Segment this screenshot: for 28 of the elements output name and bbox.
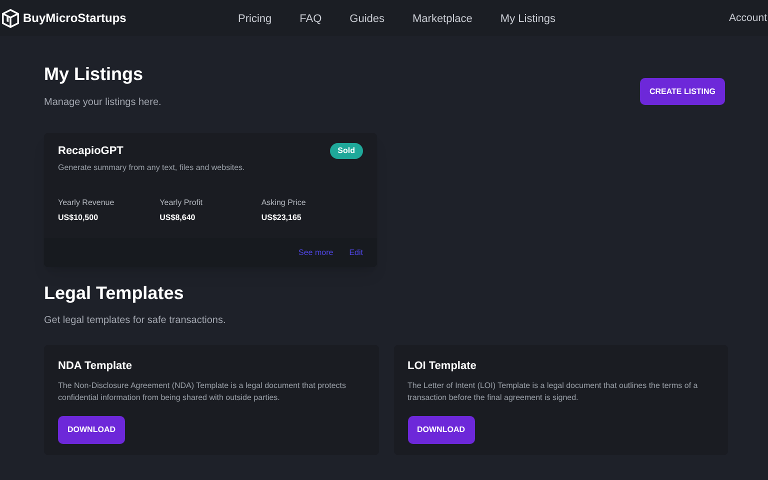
template-title: LOI Template [408, 359, 478, 374]
metric-label: Asking Price [261, 196, 307, 208]
metric-label: Yearly Profit [160, 196, 204, 208]
template-description: The Non-Disclosure Agreement (NDA) Template is a legal document that protects confidential information from being shared with outside parties. [58, 380, 347, 404]
nav-link[interactable]: My Listings [500, 11, 556, 28]
page-title: My Listings [44, 63, 144, 85]
template-title: NDA Template [58, 359, 133, 374]
brand-logo[interactable]: BuyMicroStartups [23, 9, 126, 27]
section-title: Legal Templates [44, 282, 185, 304]
download-button[interactable]: DOWNLOAD [58, 416, 125, 444]
account-link[interactable]: Account [729, 11, 767, 27]
listing-description: Generate summary from any text, files and websites. [58, 162, 246, 174]
page-subtitle: Manage your listings here. [44, 96, 162, 110]
metric-value: US$10,500 [58, 212, 100, 224]
metric-value: US$8,640 [160, 212, 196, 224]
download-button[interactable]: DOWNLOAD [408, 416, 474, 444]
metric-label: Yearly Revenue [58, 196, 116, 208]
nav-link[interactable]: Marketplace [412, 11, 472, 28]
template-description: The Letter of Intent (LOI) Template is a legal document that outlines the terms of a transaction before the final agreement is signed. [408, 380, 699, 404]
nav-link[interactable]: Pricing [238, 11, 272, 28]
listing-name: RecapioGPT [58, 144, 124, 159]
status-badge: Sold [330, 143, 363, 160]
cube-logo-icon [1, 8, 20, 28]
nav-link[interactable]: FAQ [300, 11, 322, 28]
section-subtitle: Get legal templates for safe transactions. [44, 314, 227, 328]
create-listing-button[interactable]: CREATE LISTING [640, 78, 725, 105]
metric-value: US$23,165 [261, 212, 302, 224]
nav-link[interactable]: Guides [350, 11, 384, 28]
